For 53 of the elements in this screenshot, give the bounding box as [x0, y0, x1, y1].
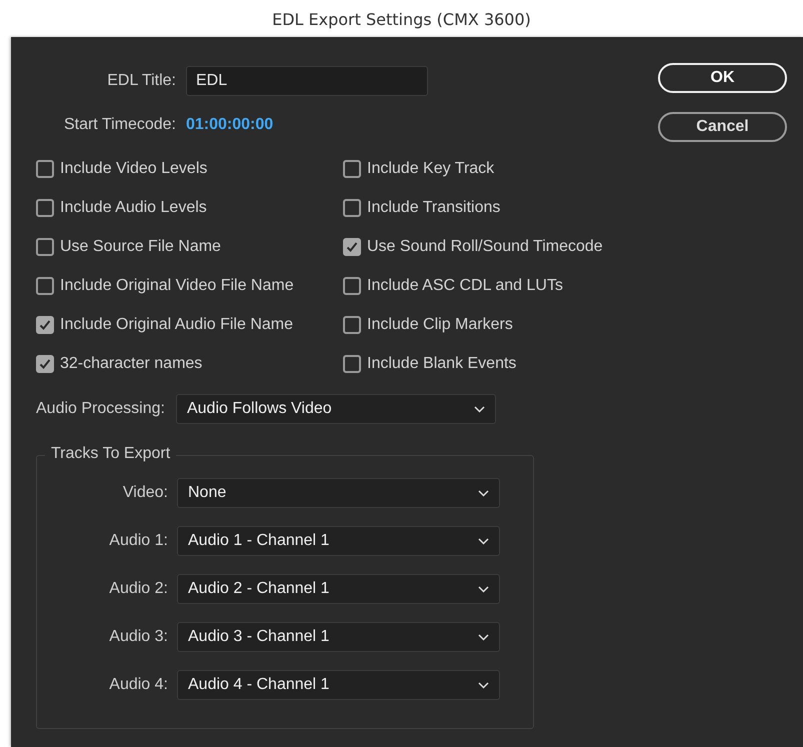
checkbox-label: Use Source File Name [60, 238, 221, 256]
field-label: EDL Title: [106, 72, 176, 90]
checkbox[interactable] [36, 199, 54, 217]
cancel-button[interactable]: Cancel [658, 112, 787, 142]
field-label: Audio 4: [108, 676, 168, 694]
checkbox[interactable] [36, 277, 54, 295]
chevron-icon [478, 586, 489, 592]
timecode-value[interactable]: 01:00:00:00 [186, 111, 274, 140]
checkbox-label: Include Blank Events [367, 355, 516, 373]
field-label: Audio 3: [108, 628, 168, 646]
checkbox[interactable] [343, 238, 361, 256]
dropdown[interactable]: Audio 3 - Channel 1 [177, 622, 500, 652]
checkbox-label: Include ASC CDL and LUTs [367, 277, 563, 295]
dropdown[interactable]: Audio 4 - Channel 1 [177, 670, 500, 700]
checkbox-label: Include Video Levels [60, 160, 208, 178]
checkbox-label: Use Sound Roll/Sound Timecode [367, 238, 603, 256]
checkbox-label: Include Transitions [367, 199, 500, 217]
checkbox-label: Include Clip Markers [367, 316, 513, 334]
checkbox[interactable] [343, 277, 361, 295]
checkmark-icon [38, 357, 52, 371]
input-field[interactable]: EDL [186, 66, 428, 96]
field-label: Start Timecode: [62, 116, 176, 134]
chevron-icon [478, 634, 489, 640]
checkbox[interactable] [343, 355, 361, 373]
checkmark-icon [38, 318, 52, 332]
dropdown[interactable]: Audio 1 - Channel 1 [177, 526, 500, 556]
dropdown[interactable]: Audio Follows Video [176, 394, 496, 424]
checkbox[interactable] [343, 199, 361, 217]
chevron-icon [478, 490, 489, 496]
checkbox-label: Include Audio Levels [60, 199, 207, 217]
field-label: Audio 1: [108, 532, 168, 550]
checkbox[interactable] [36, 160, 54, 178]
checkbox[interactable] [36, 355, 54, 373]
checkbox[interactable] [36, 316, 54, 334]
checkbox-label: Include Original Audio File Name [60, 316, 294, 334]
chevron-icon [474, 406, 485, 412]
field-label: Video: [122, 484, 168, 502]
checkbox[interactable] [343, 160, 361, 178]
group-title: Tracks To Export [45, 445, 176, 463]
checkbox-label: Include Key Track [367, 160, 494, 178]
chevron-icon [478, 682, 489, 688]
ok-button[interactable]: OK [658, 63, 787, 93]
dropdown[interactable]: Audio 2 - Channel 1 [177, 574, 500, 604]
checkbox-label: Include Original Video File Name [60, 277, 294, 295]
window-title: EDL Export Settings (CMX 3600) [271, 9, 532, 31]
checkmark-icon [345, 240, 359, 254]
checkbox[interactable] [343, 316, 361, 334]
field-label: Audio 2: [108, 580, 168, 598]
checkbox-label: 32-character names [60, 355, 202, 373]
chevron-icon [478, 538, 489, 544]
dropdown[interactable]: None [177, 478, 500, 508]
field-label: Audio Processing: [36, 400, 165, 418]
checkbox[interactable] [36, 238, 54, 256]
